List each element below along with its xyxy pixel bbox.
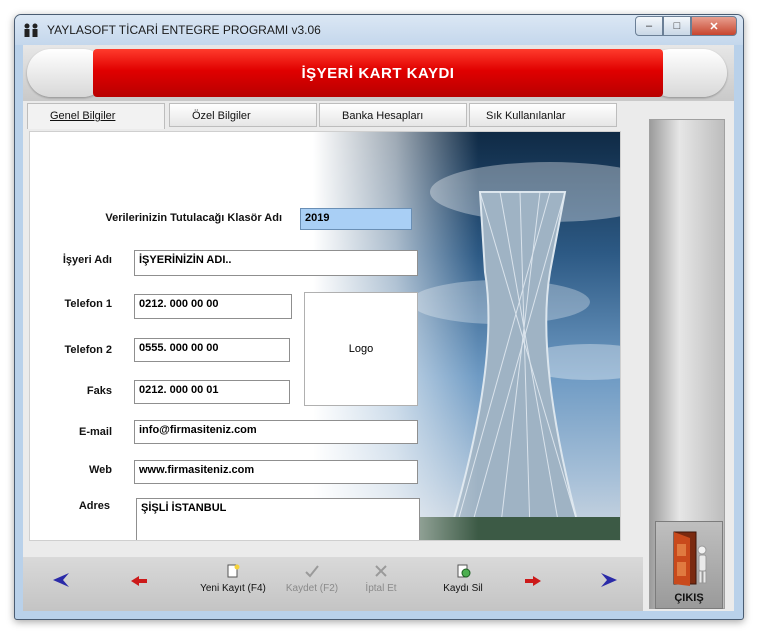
new-page-icon [227,564,240,578]
page-title: İŞYERİ KART KAYDI [301,65,455,82]
company-label: İşyeri Adı [62,254,112,266]
arrow-last-icon [601,573,617,587]
first-record-button[interactable] [49,572,73,591]
previous-record-button[interactable] [127,575,151,590]
arrow-left-icon [131,576,147,586]
company-input[interactable]: İŞYERİNİZİN ADI.. [134,250,418,276]
tab-genel-bilgiler[interactable]: Genel Bilgiler [27,103,165,129]
fax-label: Faks [86,385,112,397]
window-controls: – □ ✕ [635,16,737,36]
tab-banka-hesaplari[interactable]: Banka Hesapları [319,103,467,127]
maximize-icon: □ [673,20,681,32]
close-icon: ✕ [709,20,719,33]
title-bar: YAYLASOFT TİCARİ ENTEGRE PROGRAMI v3.06 … [15,15,743,45]
maximize-button[interactable]: □ [663,16,691,36]
app-window: YAYLASOFT TİCARİ ENTEGRE PROGRAMI v3.06 … [14,14,744,620]
last-record-button[interactable] [597,572,621,591]
folder-label: Verilerinizin Tutulacağı Klasör Adı [105,212,282,224]
bottom-toolbar: Yeni Kayıt (F4) Kaydet (F2) İptal Et Kay… [23,557,643,611]
exit-label: ÇIKIŞ [674,592,704,604]
cancel-button[interactable]: İptal Et [341,563,421,594]
delete-label: Kaydı Sil [443,583,483,594]
arrow-right-icon [525,576,541,586]
tab-label: Banka Hesapları [342,110,424,122]
tab-sik-kullanilanlar[interactable]: Sık Kullanılanlar [469,103,617,127]
tab-label: Özel Bilgiler [192,110,251,122]
delete-record-icon [457,564,471,578]
tab-strip: Genel Bilgiler Özel Bilgiler Banka Hesap… [27,101,639,129]
exit-button[interactable]: ÇIKIŞ [655,521,723,609]
close-button[interactable]: ✕ [691,16,737,36]
tab-label: Sık Kullanılanlar [486,110,566,122]
logo-box[interactable]: Logo [304,292,418,406]
web-label: Web [88,464,112,476]
app-people-icon [24,23,38,37]
folder-input[interactable]: 2019 [300,208,412,230]
header-banner: İŞYERİ KART KAYDI [23,45,734,101]
cancel-x-icon [375,565,387,577]
email-label: E-mail [78,426,112,438]
door-exit-icon [673,531,707,586]
phone2-label: Telefon 2 [64,344,112,356]
minimize-icon: – [645,20,653,32]
fax-input[interactable]: 0212. 000 00 01 [134,380,290,404]
phone2-input[interactable]: 0555. 000 00 00 [134,338,290,362]
minimize-button[interactable]: – [635,16,663,36]
next-record-button[interactable] [521,575,545,590]
new-record-label: Yeni Kayıt (F4) [200,583,266,594]
save-label: Kaydet (F2) [285,583,339,594]
window-title: YAYLASOFT TİCARİ ENTEGRE PROGRAMI v3.06 [47,23,321,37]
address-label: Adres [78,500,110,512]
client-area: İŞYERİ KART KAYDI Genel Bilgiler Özel Bi… [23,45,734,611]
delete-record-button[interactable]: Kaydı Sil [423,563,503,594]
arrow-first-icon [53,573,69,587]
checkmark-icon [305,565,319,578]
logo-label: Logo [348,343,374,355]
address-textarea[interactable]: ŞİŞLİ İSTANBUL [136,498,420,540]
web-input[interactable]: www.firmasiteniz.com [134,460,418,484]
phone1-input[interactable]: 0212. 000 00 00 [134,294,292,319]
tab-ozel-bilgiler[interactable]: Özel Bilgiler [169,103,317,127]
cancel-label: İptal Et [365,583,397,594]
phone1-label: Telefon 1 [64,298,112,310]
tab-label: Genel Bilgiler [50,110,116,122]
form-panel: Verilerinizin Tutulacağı Klasör Adı 2019… [29,131,621,541]
email-input[interactable]: info@firmasiteniz.com [134,420,418,444]
